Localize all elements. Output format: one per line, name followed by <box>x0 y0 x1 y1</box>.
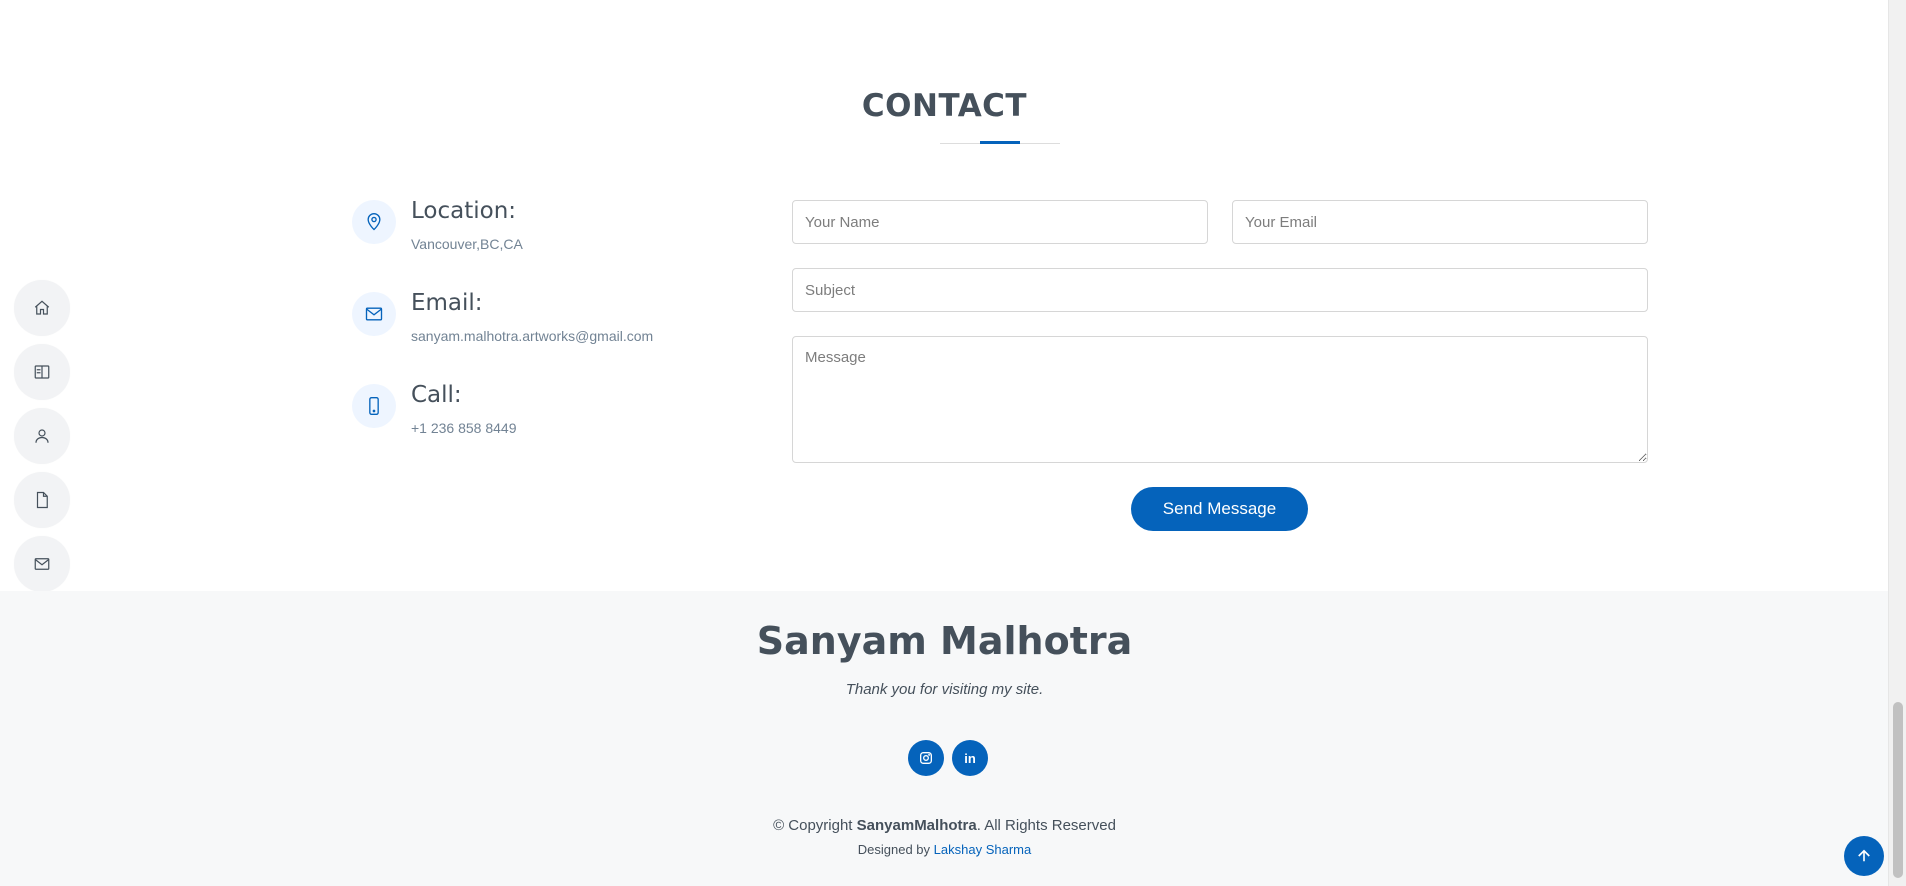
title-accent-bar <box>980 141 1020 144</box>
phone-icon <box>369 397 379 415</box>
nav-about-button[interactable] <box>14 408 70 464</box>
linkedin-link[interactable]: in <box>952 740 988 776</box>
section-title: CONTACT <box>0 88 1889 124</box>
file-icon <box>36 491 48 509</box>
nav-home-button[interactable] <box>14 280 70 336</box>
email-icon-badge <box>352 292 396 336</box>
nav-resume-button[interactable] <box>14 344 70 400</box>
copyright: © Copyright SanyamMalhotra. All Rights R… <box>0 817 1889 834</box>
scrollbar[interactable] <box>1888 0 1906 886</box>
back-to-top-button[interactable] <box>1844 836 1884 876</box>
footer-name: Sanyam Malhotra <box>756 619 1133 663</box>
arrow-up-icon <box>1858 849 1870 862</box>
home-icon <box>34 300 50 315</box>
instagram-icon <box>920 752 932 764</box>
call-label: Call: <box>411 382 462 408</box>
location-pin-icon <box>367 213 381 231</box>
footer-tagline: Thank you for visiting my site. <box>845 681 1044 698</box>
message-textarea[interactable] <box>792 336 1648 463</box>
envelope-icon <box>365 307 383 321</box>
copyright-prefix: © Copyright <box>773 817 857 834</box>
side-nav <box>14 280 72 600</box>
instagram-link[interactable] <box>908 740 944 776</box>
email-input[interactable] <box>1232 200 1648 244</box>
copyright-owner: SanyamMalhotra <box>856 817 977 834</box>
credits: Designed by Lakshay Sharma <box>0 842 1889 857</box>
call-value: +1 236 858 8449 <box>411 420 517 436</box>
copyright-suffix: . All Rights Reserved <box>976 817 1116 834</box>
designer-link[interactable]: Lakshay Sharma <box>934 842 1032 857</box>
location-icon-badge <box>352 200 396 244</box>
nav-contact-button[interactable] <box>14 536 70 592</box>
contact-heading: CONTACT <box>861 88 1028 124</box>
scrollbar-thumb[interactable] <box>1893 702 1903 878</box>
envelope-icon <box>34 558 50 570</box>
footer: Sanyam Malhotra Thank you for visiting m… <box>0 591 1889 886</box>
subject-input[interactable] <box>792 268 1648 312</box>
nav-portfolio-button[interactable] <box>14 472 70 528</box>
location-value: Vancouver,BC,CA <box>411 236 523 252</box>
resume-icon <box>34 365 50 379</box>
email-label: Email: <box>411 290 483 316</box>
person-icon <box>35 429 49 443</box>
send-message-button[interactable]: Send Message <box>1131 487 1308 531</box>
email-value: sanyam.malhotra.artworks@gmail.com <box>411 328 654 344</box>
social-links: in <box>908 740 988 776</box>
phone-icon-badge <box>352 384 396 428</box>
credits-prefix: Designed by <box>857 842 934 857</box>
location-label: Location: <box>411 198 517 224</box>
name-input[interactable] <box>792 200 1208 244</box>
linkedin-icon: in <box>964 750 976 766</box>
